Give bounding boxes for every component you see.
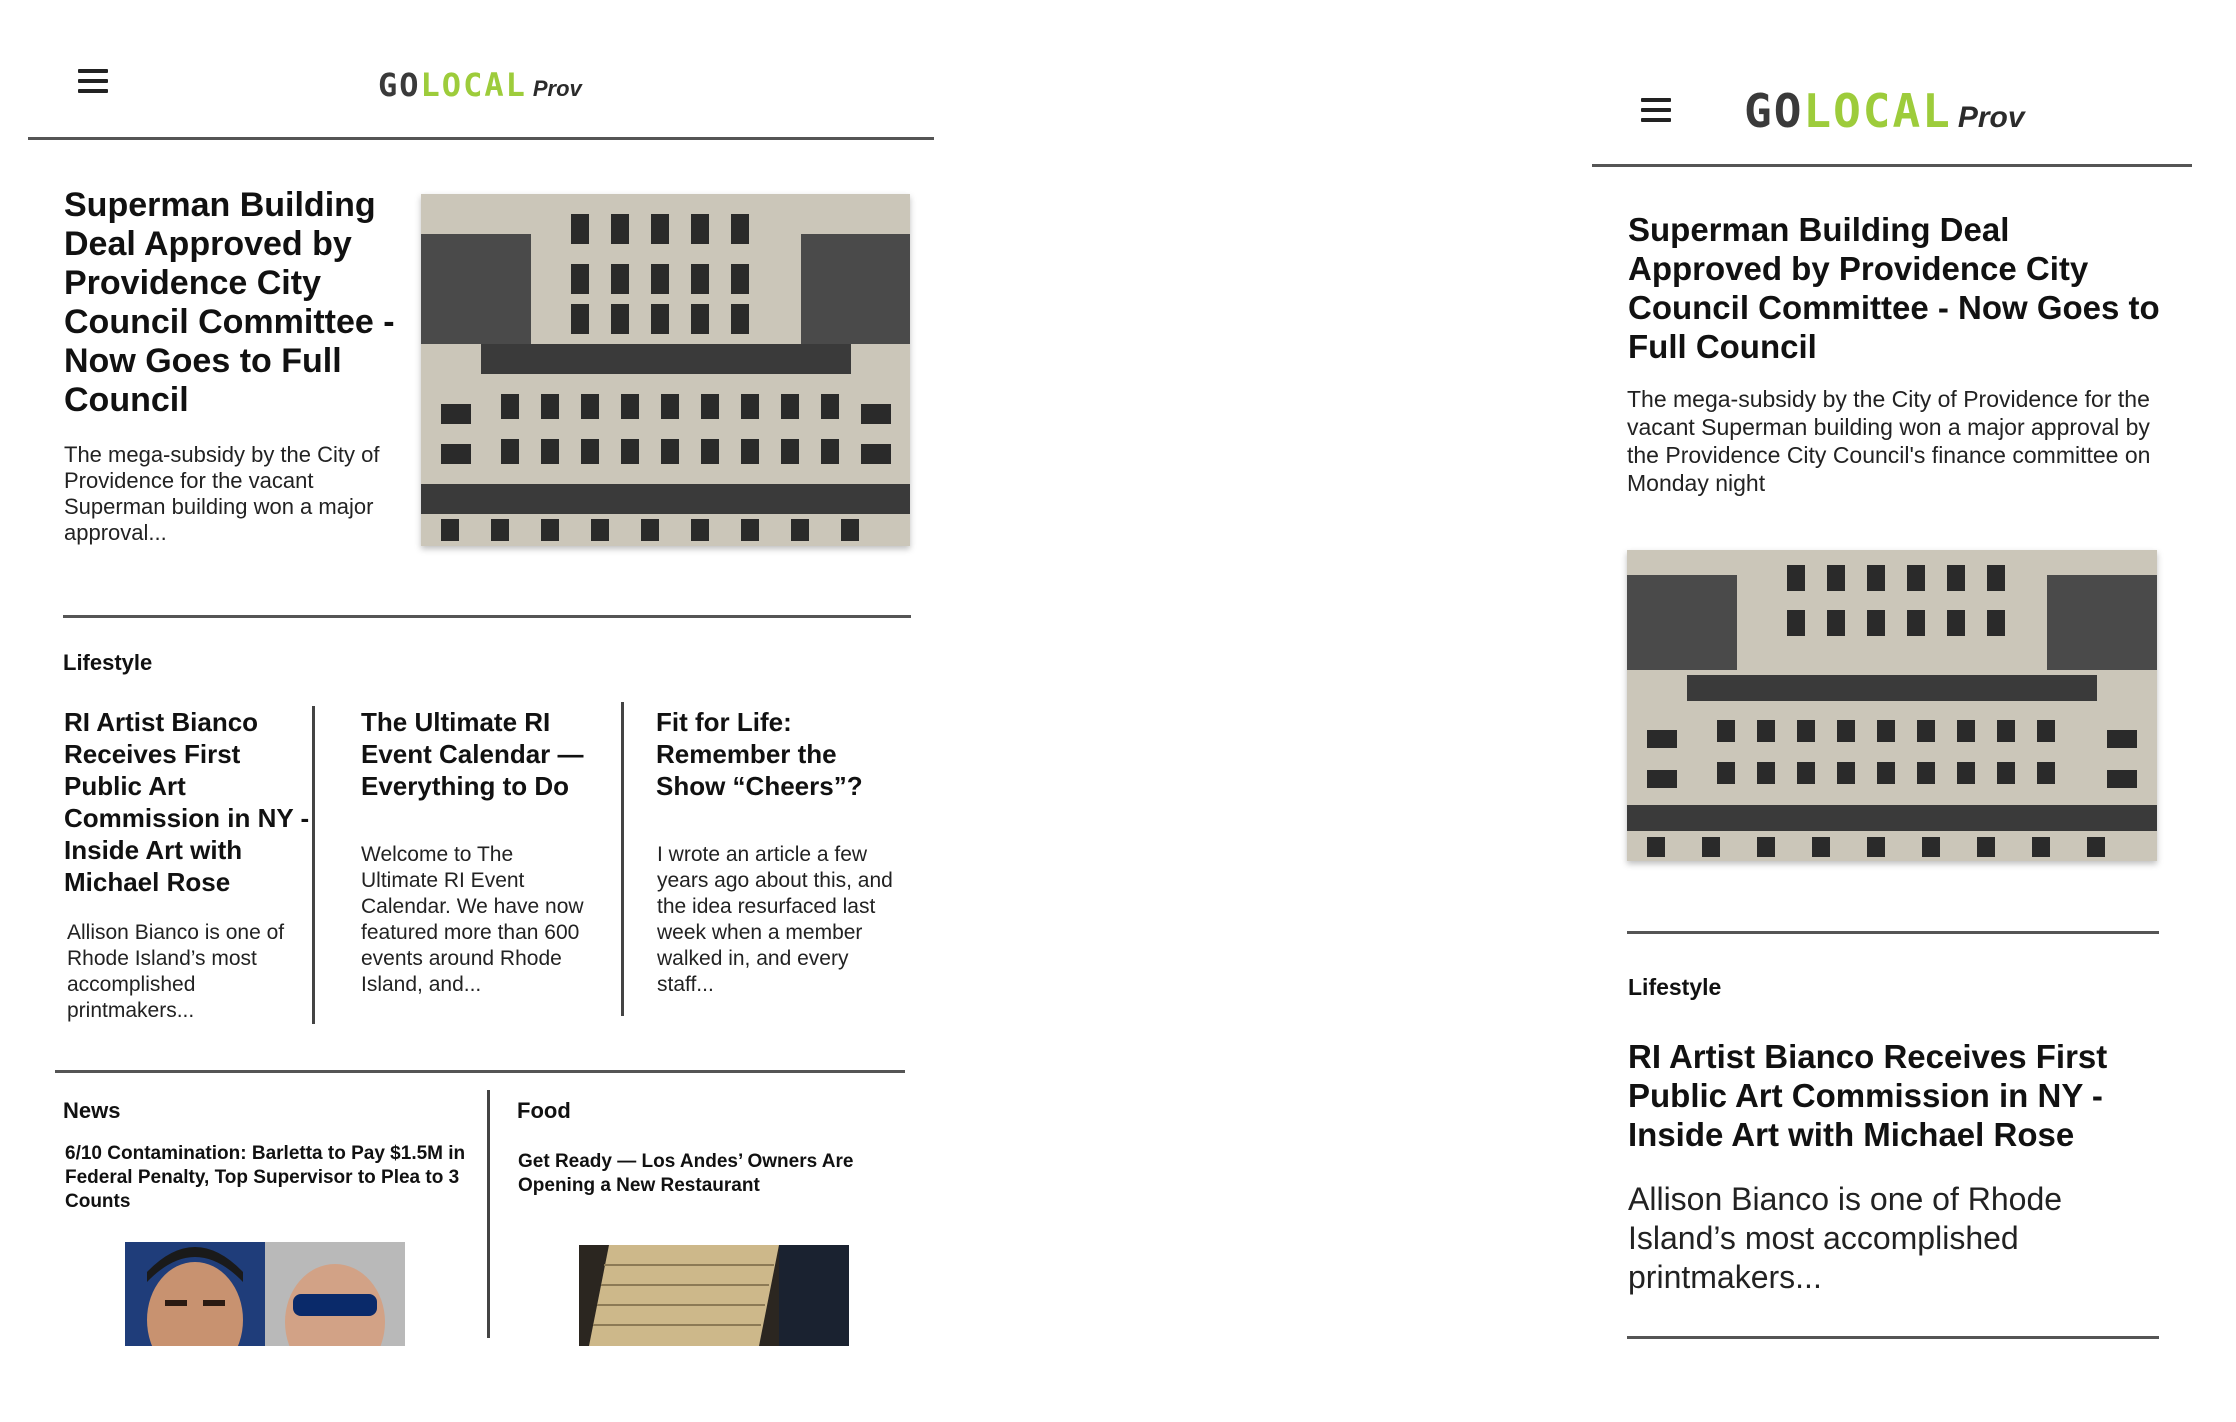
left-food-label[interactable]: Food [517, 1098, 571, 1124]
left-lead-image[interactable] [421, 194, 910, 546]
left-lifestyle-column-divider-2 [621, 702, 624, 1016]
right-header-divider [1592, 164, 2192, 167]
menu-icon-bar [1641, 118, 1671, 122]
left-lifestyle-article-1-title[interactable]: RI Artist Bianco Receives First Public A… [64, 706, 310, 898]
left-logo[interactable]: GO LOCAL Prov [378, 66, 582, 104]
news-photo [125, 1242, 405, 1346]
menu-icon-bar [78, 79, 108, 83]
left-header-divider [28, 137, 934, 140]
right-lead-image[interactable] [1627, 550, 2157, 861]
left-lifestyle-article-3-dek: I wrote an article a few years ago about… [657, 843, 893, 996]
left-news-food-divider [487, 1090, 490, 1338]
left-lifestyle-article-2-title[interactable]: The Ultimate RI Event Calendar — Everyth… [361, 706, 601, 802]
logo-prov: Prov [532, 76, 582, 101]
logo-go: GO [1744, 84, 1804, 138]
superman-building-photo [1627, 550, 2157, 861]
left-lifestyle-divider [63, 615, 911, 618]
left-lifestyle-label[interactable]: Lifestyle [63, 650, 152, 676]
left-food-headline[interactable]: Get Ready — Los Andes’ Owners Are Openin… [518, 1150, 898, 1198]
left-lifestyle-article-2-dek: Welcome to The Ultimate RI Event Calenda… [361, 843, 584, 996]
left-lifestyle-article-3-title[interactable]: Fit for Life: Remember the Show “Cheers”… [656, 706, 896, 802]
left-lead-dek: The mega-subsidy by the City of Providen… [64, 442, 380, 545]
logo-go: GO [378, 66, 421, 104]
menu-icon [78, 69, 108, 73]
menu-icon-bar [1641, 108, 1671, 112]
right-lifestyle-headline[interactable]: RI Artist Bianco Receives First Public A… [1628, 1037, 2148, 1154]
left-menu-button[interactable] [78, 69, 108, 93]
left-lead-headline[interactable]: Superman Building Deal Approved by Provi… [64, 186, 414, 420]
left-bottom-divider [55, 1070, 905, 1073]
superman-building-photo [421, 194, 910, 546]
logo-local: LOCAL [420, 66, 527, 104]
menu-icon-bar [78, 89, 108, 93]
left-news-headline[interactable]: 6/10 Contamination: Barletta to Pay $1.5… [65, 1142, 485, 1214]
right-lead-dek: The mega-subsidy by the City of Providen… [1627, 386, 2151, 496]
menu-icon [1641, 98, 1671, 102]
right-logo[interactable]: GO LOCAL Prov [1744, 84, 2025, 138]
food-photo [579, 1245, 849, 1346]
left-lifestyle-article-1-dek: Allison Bianco is one of Rhode Island’s … [67, 921, 285, 1022]
left-food-image[interactable] [579, 1245, 849, 1346]
right-lead-headline[interactable]: Superman Building Deal Approved by Provi… [1628, 210, 2168, 366]
right-lifestyle-label[interactable]: Lifestyle [1628, 974, 1721, 1001]
left-news-image[interactable] [125, 1242, 405, 1346]
right-lifestyle-dek: Allison Bianco is one of Rhode Island’s … [1628, 1181, 2063, 1295]
left-lifestyle-column-divider-1 [312, 706, 315, 1024]
logo-local: LOCAL [1803, 84, 1952, 138]
right-lifestyle-divider [1627, 931, 2159, 934]
right-menu-button[interactable] [1641, 98, 1671, 122]
logo-prov: Prov [1957, 101, 2025, 134]
right-bottom-divider [1627, 1336, 2159, 1339]
left-news-label[interactable]: News [63, 1098, 120, 1124]
